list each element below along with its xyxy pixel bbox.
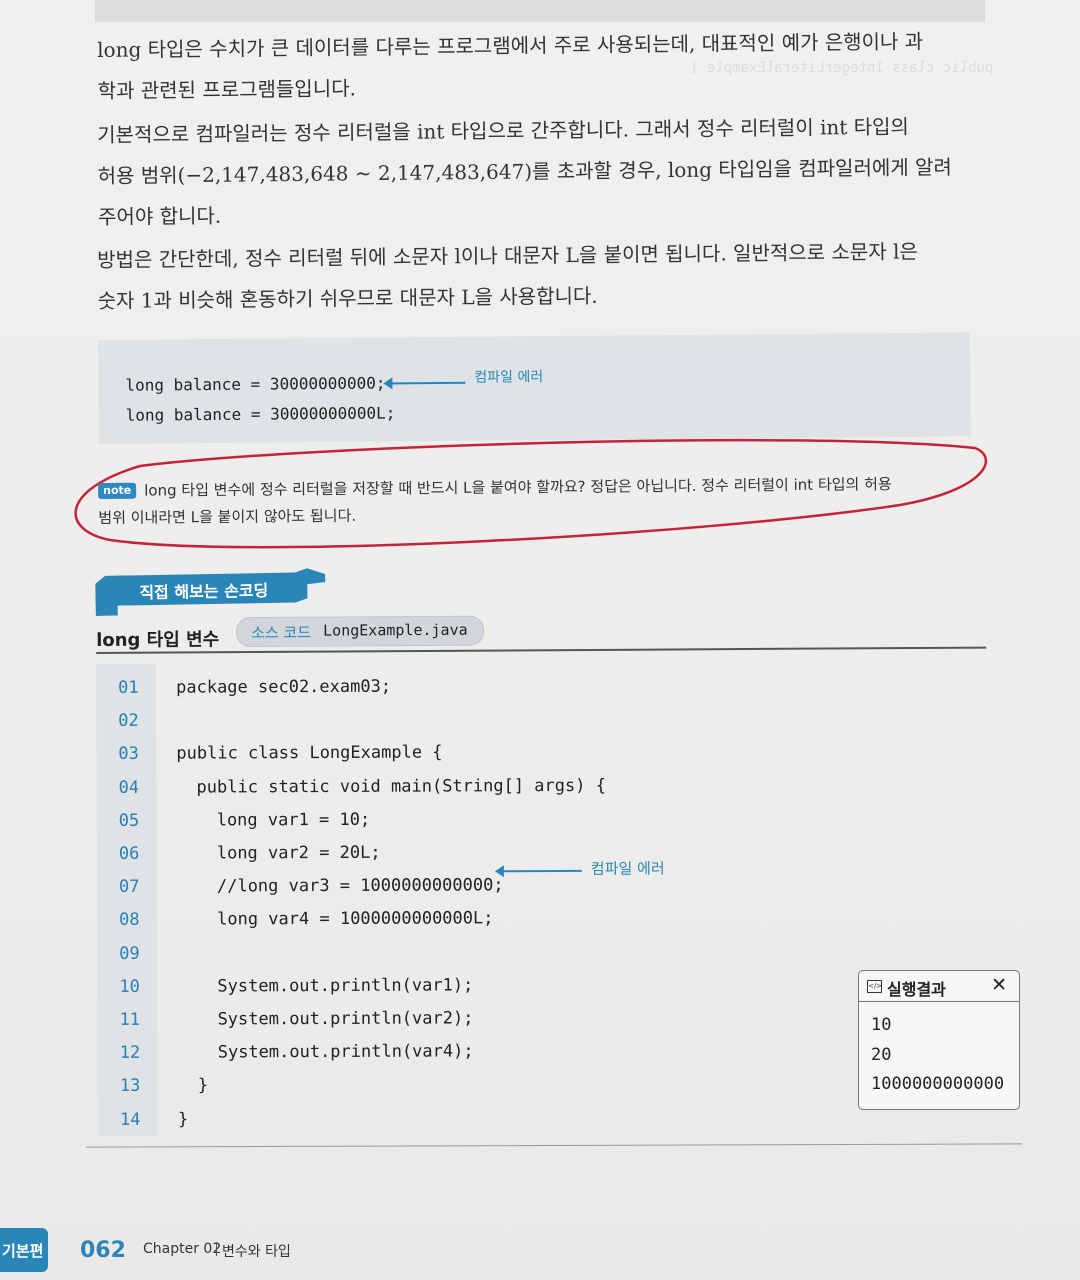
line-number: 02 [118, 711, 139, 732]
code-text: System.out.println(var4); [217, 1041, 474, 1063]
divider [216, 1242, 217, 1256]
line-number: 12 [119, 1042, 141, 1064]
line-number: 06 [118, 843, 140, 864]
code-text: public class LongExample { [176, 742, 443, 765]
output-title: 실행결과 [887, 980, 946, 999]
source-file-pill: 소스 코드 LongExample.java [236, 615, 485, 648]
code-line: 09 [97, 934, 997, 971]
code-line: 06 long var2 = 20L; [97, 834, 997, 871]
code-text: System.out.println(var2); [217, 1008, 474, 1030]
code-text: } [177, 1109, 189, 1130]
note-badge: note [98, 482, 137, 499]
code-line: 01 package sec02.exam03; [96, 668, 996, 705]
output-line: 20 [871, 1045, 892, 1065]
source-label: 소스 코드 [251, 623, 312, 643]
close-icon: ✕ [991, 974, 1007, 996]
console-icon: </> [867, 980, 882, 993]
source-header: long 타입 변수 소스 코드 LongExample.java [96, 609, 987, 654]
part-tab-label: 기본편 [2, 1242, 44, 1260]
compile-error-annotation: 컴파일 에러 [590, 859, 665, 878]
line-number: 11 [119, 1009, 141, 1030]
code-text: long var4 = 1000000000000L; [217, 908, 494, 930]
code-text: System.out.println(var1); [217, 975, 474, 997]
source-filename: LongExample.java [323, 620, 468, 640]
book-page: public class IntegerLiteralExample { lon… [0, 0, 1080, 1280]
output-line: 1000000000000 [871, 1074, 1005, 1094]
code-line: 07 //long var3 = 1000000000000; [97, 867, 997, 904]
line-number: 13 [119, 1076, 141, 1097]
page-number: 062 [80, 1238, 126, 1263]
line-number: 05 [118, 810, 140, 831]
output-panel: </> 실행결과 ✕ 10 20 1000000000000 [858, 970, 1020, 1110]
code-text: } [197, 1075, 209, 1096]
code-text: //long var3 = 1000000000000; [216, 875, 504, 897]
code-text: long var2 = 20L; [216, 842, 381, 864]
note-box: note long 타입 변수에 정수 리터럴을 저장할 때 반드시 L을 붙여야… [98, 470, 978, 532]
hands-on-banner: 직접 해보는 손코딩 [95, 568, 336, 616]
code-text: package sec02.exam03; [176, 676, 392, 698]
code-line: 04 public static void main(String[] args)… [96, 768, 996, 805]
note-text: long 타입 변수에 정수 리터럴을 저장할 때 반드시 L을 붙여야 할까요… [144, 475, 892, 500]
code-text: long var1 = 10; [216, 809, 371, 831]
output-panel-header: </> 실행결과 ✕ [859, 971, 1019, 1002]
line-number: 03 [118, 744, 139, 765]
code-line: 05 long var1 = 10; [97, 801, 997, 838]
line-number: 07 [118, 877, 140, 898]
line-number: 10 [119, 976, 140, 997]
line-number: 01 [118, 677, 139, 698]
line-number: 09 [119, 943, 140, 964]
line-number: 14 [119, 1109, 141, 1130]
line-number: 08 [119, 910, 140, 931]
code-line: 08 long var4 = 1000000000000L; [97, 900, 997, 937]
part-tab: 기본편 [0, 1228, 48, 1272]
output-line: 10 [871, 1015, 892, 1035]
banner-label: 직접 해보는 손코딩 [139, 580, 269, 603]
chapter-title: 변수와 타입 [222, 1244, 291, 1260]
code-line: 02 [96, 701, 996, 738]
code-line: 03 public class LongExample { [96, 734, 996, 771]
code-text: public static void main(String[] args) { [196, 775, 606, 798]
chapter-label: Chapter 02 [143, 1241, 222, 1257]
section-title: long 타입 변수 [96, 629, 220, 651]
line-number: 04 [118, 777, 140, 798]
